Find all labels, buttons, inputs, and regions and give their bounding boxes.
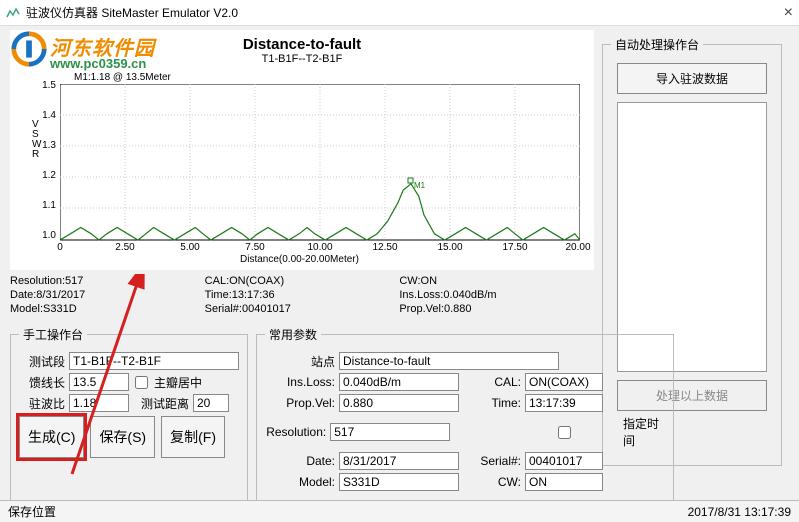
site-label: 站点 [265, 353, 335, 370]
app-icon [6, 6, 20, 20]
info-date: Date:8/31/2017 [10, 288, 205, 302]
watermark-url: www.pc0359.cn [50, 56, 146, 71]
import-button[interactable]: 导入驻波数据 [617, 63, 767, 94]
serial-input[interactable] [525, 452, 603, 470]
ytick: 1.2 [18, 170, 56, 181]
test-input[interactable] [69, 352, 239, 370]
watermark-logo [10, 30, 48, 68]
dist-input[interactable] [193, 394, 229, 412]
info-time: Time:13:17:36 [205, 288, 400, 302]
chart-plot: M1 [60, 84, 580, 242]
serial-label: Serial#: [471, 454, 521, 468]
info-block: Resolution:517 Date:8/31/2017 Model:S331… [10, 274, 594, 316]
info-serial: Serial#:00401017 [205, 302, 400, 316]
model-input[interactable] [339, 473, 459, 491]
dist-label: 测试距离 [133, 395, 189, 412]
copy-button[interactable]: 复制(F) [161, 416, 225, 458]
cal-input[interactable] [525, 373, 603, 391]
info-resolution: Resolution:517 [10, 274, 205, 288]
ytick: 1.0 [18, 230, 56, 241]
close-button[interactable]: × [753, 4, 793, 22]
model-label: Model: [265, 475, 335, 489]
info-model: Model:S331D [10, 302, 205, 316]
site-input[interactable] [339, 352, 559, 370]
status-left: 保存位置 [8, 503, 688, 520]
test-label: 测试段 [19, 353, 65, 370]
generate-button[interactable]: 生成(C) [19, 416, 84, 458]
date-input[interactable] [339, 452, 459, 470]
cal-label: CAL: [471, 375, 521, 389]
manual-legend: 手工操作台 [19, 326, 87, 343]
insloss-label: Ins.Loss: [265, 375, 335, 389]
info-cw: CW:ON [399, 274, 594, 288]
save-button[interactable]: 保存(S) [90, 416, 155, 458]
info-cal: CAL:ON(COAX) [205, 274, 400, 288]
manual-panel: 手工操作台 测试段 馈线长 主瓣居中 驻波比 测试距离 [10, 326, 248, 501]
mainlobe-label: 主瓣居中 [154, 374, 202, 391]
feed-label: 馈线长 [19, 374, 65, 391]
vswr-input[interactable] [69, 394, 129, 412]
date-label: Date: [265, 454, 335, 468]
time-input[interactable] [525, 394, 603, 412]
y-axis-label: VSWR [32, 120, 42, 160]
ytick: 1.1 [18, 200, 56, 211]
mainlobe-checkbox[interactable] [135, 376, 148, 389]
ytick: 1.5 [18, 80, 56, 91]
status-right: 2017/8/31 13:17:39 [688, 505, 791, 519]
vswr-label: 驻波比 [19, 395, 65, 412]
common-legend: 常用参数 [265, 326, 321, 343]
cw-input[interactable] [525, 473, 603, 491]
feed-input[interactable] [69, 373, 129, 391]
m1-marker: M1 [414, 181, 426, 190]
cw-label: CW: [471, 475, 521, 489]
insloss-input[interactable] [339, 373, 459, 391]
statusbar: 保存位置 2017/8/31 13:17:39 [0, 500, 799, 522]
window-title: 驻波仪仿真器 SiteMaster Emulator V2.0 [26, 4, 753, 21]
watermark [10, 30, 48, 68]
x-axis-label: Distance(0.00-20.00Meter) [240, 254, 359, 265]
spectime-checkbox[interactable] [512, 426, 617, 439]
propvel-input[interactable] [339, 394, 459, 412]
auto-legend: 自动处理操作台 [611, 36, 703, 53]
propvel-label: Prop.Vel: [265, 396, 335, 410]
common-panel: 常用参数 站点 Ins.Loss: CAL: Prop.Vel: Time: [256, 326, 674, 501]
res-label: Resolution: [265, 425, 326, 439]
info-insloss: Ins.Loss:0.040dB/m [399, 288, 594, 302]
chart-area: 河东软件园 www.pc0359.cn Distance-to-fault T1… [10, 30, 594, 270]
info-propvel: Prop.Vel:0.880 [399, 302, 594, 316]
res-input[interactable] [330, 423, 450, 441]
chart-m1-label: M1:1.18 @ 13.5Meter [74, 72, 171, 83]
titlebar: 驻波仪仿真器 SiteMaster Emulator V2.0 × [0, 0, 799, 26]
spectime-label: 指定时间 [623, 415, 665, 449]
time-label: Time: [471, 396, 521, 410]
